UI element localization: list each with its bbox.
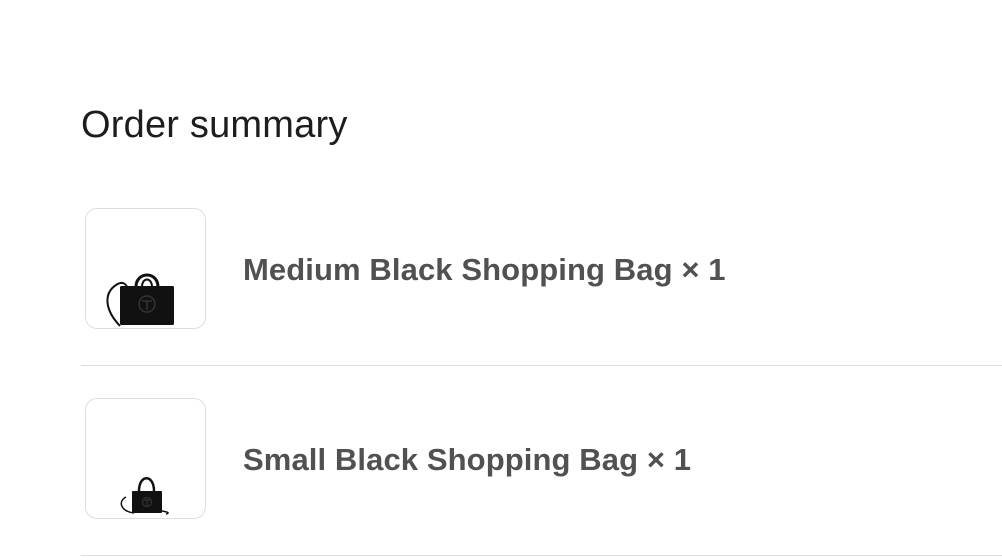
order-summary-title: Order summary <box>81 104 348 146</box>
medium-bag-image <box>106 273 174 327</box>
small-bag-image <box>120 477 169 515</box>
medium-bag-thumbnail <box>85 208 206 329</box>
order-item: Medium Black Shopping Bag × 1 <box>81 208 1002 366</box>
order-item-name: Small Black Shopping Bag × 1 <box>243 442 692 477</box>
small-bag-thumbnail <box>85 398 206 519</box>
order-summary-page: Order summary Medium Black Shopping Bag … <box>0 0 1002 560</box>
order-item: Small Black Shopping Bag × 1 <box>81 398 1002 556</box>
order-item-name: Medium Black Shopping Bag × 1 <box>243 252 726 287</box>
